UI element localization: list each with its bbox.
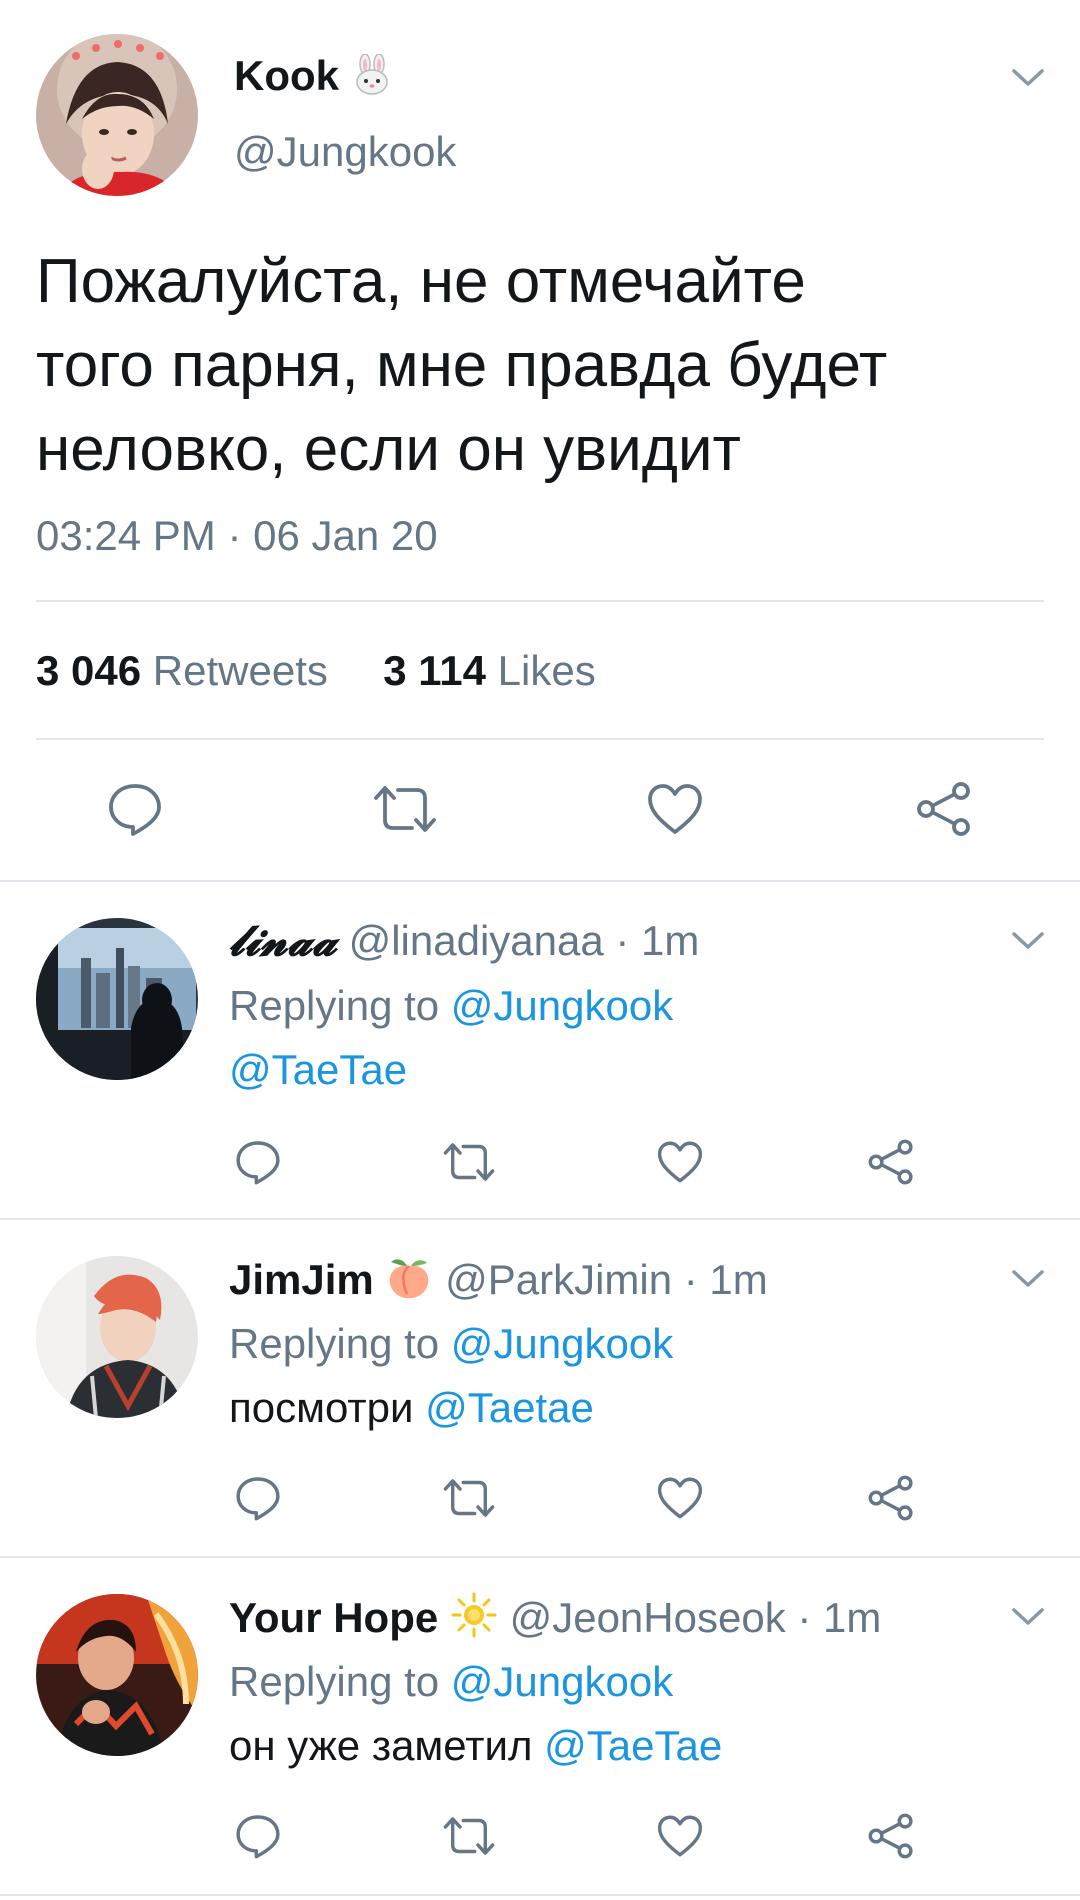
retweet-icon[interactable] [442,1140,496,1184]
reply-time: · 1m [615,917,700,964]
mention-link[interactable]: @TaeTae [544,1722,722,1769]
chevron-down-icon[interactable] [1011,1606,1045,1628]
retweets-stat[interactable]: 3 046 Retweets [36,647,340,694]
share-icon[interactable] [866,1474,916,1522]
replying-to-link[interactable]: @Jungkook [451,1658,673,1705]
retweet-icon[interactable] [442,1814,496,1858]
tweet-detail-page: Kook @Jungkook Пожалуйста, не отмечайте … [0,0,1080,1900]
likes-label: Likes [497,647,596,694]
tweet-stats: 3 046 Retweets 3 114 Likes [36,647,596,695]
reply-icon[interactable] [106,780,164,838]
avatar[interactable] [36,1256,198,1418]
heart-icon[interactable] [656,1140,704,1184]
reply-icon[interactable] [234,1474,282,1522]
replying-to-label: Replying to [229,1658,440,1705]
author-name[interactable]: Your Hope [229,1594,438,1641]
replying-to: Replying to @Jungkook [229,1320,673,1368]
replying-to: Replying to @Jungkook [229,982,673,1030]
author-handle[interactable]: @ParkJimin [445,1256,672,1303]
reply-text-body: посмотри [229,1384,426,1431]
divider [36,738,1044,740]
author-handle[interactable]: @JeonHoseok [510,1594,786,1641]
share-icon[interactable] [866,1138,916,1186]
replying-to-label: Replying to [229,982,440,1029]
tweet-text: Пожалуйста, не отмечайте того парня, мне… [36,247,888,484]
reply-text: он уже заметил @TaeTae [229,1722,722,1770]
replying-to: Replying to @Jungkook [229,1658,673,1706]
mention-link[interactable]: @TaeTae [229,1046,407,1093]
divider [0,1894,1080,1896]
author-name[interactable]: 𝓵𝓲𝓷𝓪𝓪 [229,916,337,965]
replying-to-label: Replying to [229,1320,440,1367]
reply-header: JimJim @ParkJimin · 1m [229,1254,768,1310]
reply-text: @TaeTae [229,1046,407,1094]
reply-text: посмотри @Taetae [229,1384,594,1432]
reply-time: · 1m [797,1594,882,1641]
author-handle[interactable]: @Jungkook [234,128,456,176]
author-name[interactable]: Kook [234,52,393,106]
chevron-down-icon[interactable] [1011,67,1045,89]
reply-header: Your Hope @JeonHoseok · 1m [229,1592,881,1648]
replying-to-link[interactable]: @Jungkook [451,1320,673,1367]
replying-to-link[interactable]: @Jungkook [451,982,673,1029]
rabbit-face-icon [351,53,393,106]
mention-link[interactable]: @Taetae [425,1384,594,1431]
share-icon[interactable] [914,780,974,838]
reply-text-body: он уже заметил [229,1722,545,1769]
retweet-icon[interactable] [442,1476,496,1520]
retweets-label: Retweets [152,647,328,694]
avatar[interactable] [36,918,198,1080]
author-name-text: Kook [234,52,339,99]
likes-count: 3 114 [383,647,486,694]
peach-icon [385,1254,433,1310]
retweets-count: 3 046 [36,647,142,694]
author-handle[interactable]: @linadiyanaa [349,917,604,964]
heart-icon[interactable] [656,1814,704,1858]
divider [36,600,1044,602]
reply-tweet[interactable]: JimJim @ParkJimin · 1m Replying to @Jung… [0,1220,1080,1556]
avatar[interactable] [36,34,198,196]
tweet-timestamp: 03:24 PM · 06 Jan 20 [36,512,438,559]
chevron-down-icon[interactable] [1011,930,1045,952]
retweet-icon[interactable] [372,782,438,836]
main-tweet: Kook @Jungkook Пожалуйста, не отмечайте … [0,0,1080,880]
share-icon[interactable] [866,1812,916,1860]
author-name[interactable]: JimJim [229,1256,374,1303]
avatar[interactable] [36,1594,198,1756]
heart-icon[interactable] [646,782,704,836]
reply-header: 𝓵𝓲𝓷𝓪𝓪 @linadiyanaa · 1m [229,916,699,966]
reply-time: · 1m [683,1256,768,1303]
sun-icon [450,1592,498,1648]
likes-stat[interactable]: 3 114 Likes [383,647,596,694]
heart-icon[interactable] [656,1476,704,1520]
chevron-down-icon[interactable] [1011,1268,1045,1290]
reply-tweet[interactable]: Your Hope @JeonHoseok · 1m Replying to @… [0,1558,1080,1894]
reply-icon[interactable] [234,1138,282,1186]
reply-icon[interactable] [234,1812,282,1860]
reply-tweet[interactable]: 𝓵𝓲𝓷𝓪𝓪 @linadiyanaa · 1m Replying to @Jun… [0,882,1080,1218]
